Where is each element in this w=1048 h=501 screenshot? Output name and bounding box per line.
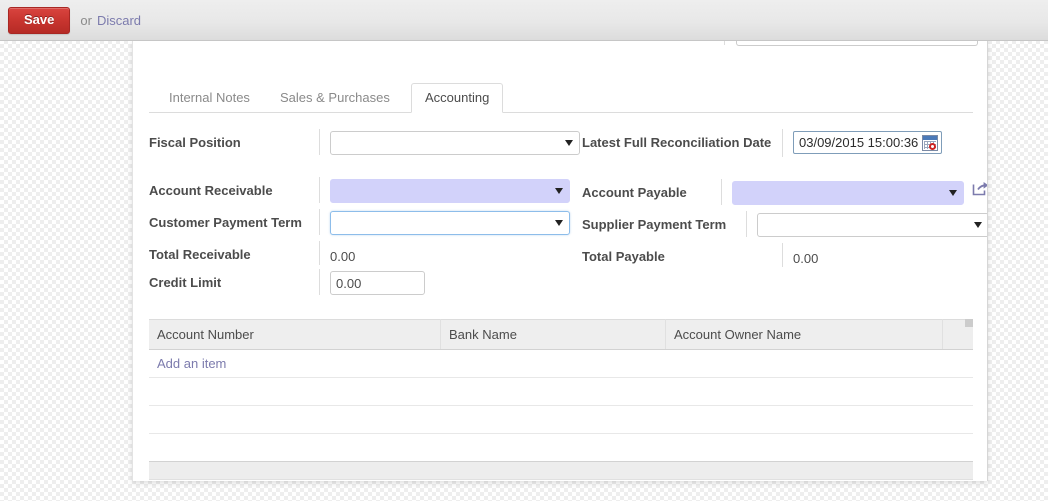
bank-accounts-table-footer bbox=[149, 461, 973, 480]
form-column-right: Latest Full Reconciliation Date 03/09/20… bbox=[582, 129, 987, 267]
calendar-icon-marker bbox=[929, 143, 936, 150]
field-row-credit-limit: Credit Limit bbox=[149, 269, 581, 295]
notebook-tabs: Internal Notes Sales & Purchases Account… bbox=[149, 83, 973, 113]
empty-row-cell bbox=[149, 377, 973, 406]
account-payable-value-cell bbox=[722, 179, 987, 205]
field-row-fiscal-position: Fiscal Position bbox=[149, 129, 581, 155]
add-item-cell: Add an item bbox=[149, 349, 973, 378]
latest-reconciliation-datetime-input[interactable]: 03/09/2015 15:00:36 bbox=[793, 131, 942, 154]
column-header-bank-name[interactable]: Bank Name bbox=[440, 319, 666, 350]
field-row-total-receivable: Total Receivable 0.00 bbox=[149, 241, 581, 265]
field-row-latest-reconciliation: Latest Full Reconciliation Date 03/09/20… bbox=[582, 129, 987, 157]
list-scroll-handle[interactable] bbox=[965, 319, 973, 327]
total-payable-value: 0.00 bbox=[793, 251, 819, 266]
external-link-icon[interactable] bbox=[972, 181, 987, 196]
sticky-action-bar: Save or Discard bbox=[0, 0, 1048, 41]
supplier-payment-term-value-cell bbox=[747, 211, 987, 237]
table-row bbox=[149, 405, 973, 434]
total-payable-value-cell: 0.00 bbox=[783, 243, 987, 266]
fiscal-position-select[interactable] bbox=[330, 131, 580, 155]
column-header-account-number[interactable]: Account Number bbox=[149, 319, 441, 350]
account-receivable-label: Account Receivable bbox=[149, 183, 273, 198]
field-row-account-receivable: Account Receivable bbox=[149, 177, 581, 203]
fiscal-position-label: Fiscal Position bbox=[149, 135, 241, 150]
empty-row-cell bbox=[149, 434, 973, 462]
bank-accounts-list: Account Number Bank Name Account Owner N… bbox=[149, 319, 973, 480]
chevron-down-icon bbox=[974, 222, 982, 228]
discard-button[interactable]: Discard bbox=[97, 13, 141, 28]
field-row-total-payable: Total Payable 0.00 bbox=[582, 243, 987, 267]
latest-reconciliation-label: Latest Full Reconciliation Date bbox=[582, 135, 772, 150]
tab-accounting[interactable]: Accounting bbox=[411, 83, 504, 113]
or-label: or bbox=[80, 12, 92, 28]
credit-limit-label: Credit Limit bbox=[149, 275, 222, 290]
field-row-account-payable: Account Payable bbox=[582, 179, 987, 205]
tab-sales-purchases[interactable]: Sales & Purchases bbox=[266, 83, 404, 113]
chevron-down-icon bbox=[949, 190, 957, 196]
supplier-payment-term-label: Supplier Payment Term bbox=[582, 217, 727, 232]
table-row bbox=[149, 377, 973, 406]
calendar-icon[interactable] bbox=[922, 135, 938, 151]
customer-payment-term-label: Customer Payment Term bbox=[149, 215, 302, 230]
chevron-down-icon bbox=[555, 220, 563, 226]
account-receivable-select[interactable] bbox=[330, 179, 570, 203]
save-button[interactable]: Save bbox=[8, 6, 71, 34]
chevron-down-icon bbox=[565, 140, 573, 146]
total-receivable-label: Total Receivable bbox=[149, 247, 251, 262]
add-item-row[interactable]: Add an item bbox=[149, 349, 973, 378]
customer-payment-term-select[interactable] bbox=[330, 211, 570, 235]
tab-internal-notes[interactable]: Internal Notes bbox=[155, 83, 264, 113]
form-sheet: Internal Notes Sales & Purchases Account… bbox=[132, 41, 988, 481]
total-receivable-value-cell: 0.00 bbox=[320, 241, 581, 264]
column-header-account-owner-name[interactable]: Account Owner Name bbox=[665, 319, 943, 350]
empty-row-cell bbox=[149, 405, 973, 434]
field-row-supplier-payment-term: Supplier Payment Term bbox=[582, 211, 987, 237]
field-row-customer-payment-term: Customer Payment Term bbox=[149, 209, 581, 235]
credit-limit-input[interactable] bbox=[330, 271, 425, 295]
chevron-down-icon bbox=[555, 188, 563, 194]
scrolled-off-input[interactable] bbox=[736, 41, 978, 46]
fiscal-position-value-cell bbox=[320, 129, 581, 155]
table-header-row: Account Number Bank Name Account Owner N… bbox=[149, 319, 973, 350]
account-payable-label: Account Payable bbox=[582, 185, 687, 200]
latest-reconciliation-value-cell: 03/09/2015 15:00:36 bbox=[783, 129, 987, 157]
scrolled-field-divider bbox=[724, 41, 725, 45]
table-row bbox=[149, 434, 973, 462]
customer-payment-term-value-cell bbox=[320, 209, 581, 235]
account-payable-select[interactable] bbox=[732, 181, 964, 205]
latest-reconciliation-value: 03/09/2015 15:00:36 bbox=[799, 135, 919, 150]
add-an-item-link[interactable]: Add an item bbox=[157, 356, 226, 371]
total-payable-label: Total Payable bbox=[582, 249, 665, 264]
supplier-payment-term-select[interactable] bbox=[757, 213, 987, 237]
total-receivable-value: 0.00 bbox=[330, 249, 356, 264]
bank-accounts-table-header: Account Number Bank Name Account Owner N… bbox=[149, 319, 973, 350]
credit-limit-value-cell bbox=[320, 269, 581, 295]
action-bar-inner: Save or Discard bbox=[0, 0, 1048, 40]
bank-accounts-table-body: Add an item bbox=[149, 349, 973, 462]
account-receivable-value-cell bbox=[320, 177, 581, 203]
form-column-left: Fiscal Position Account Receivable Custo… bbox=[149, 129, 581, 295]
calendar-icon-header bbox=[923, 136, 937, 140]
bank-accounts-table: Account Number Bank Name Account Owner N… bbox=[149, 319, 973, 461]
